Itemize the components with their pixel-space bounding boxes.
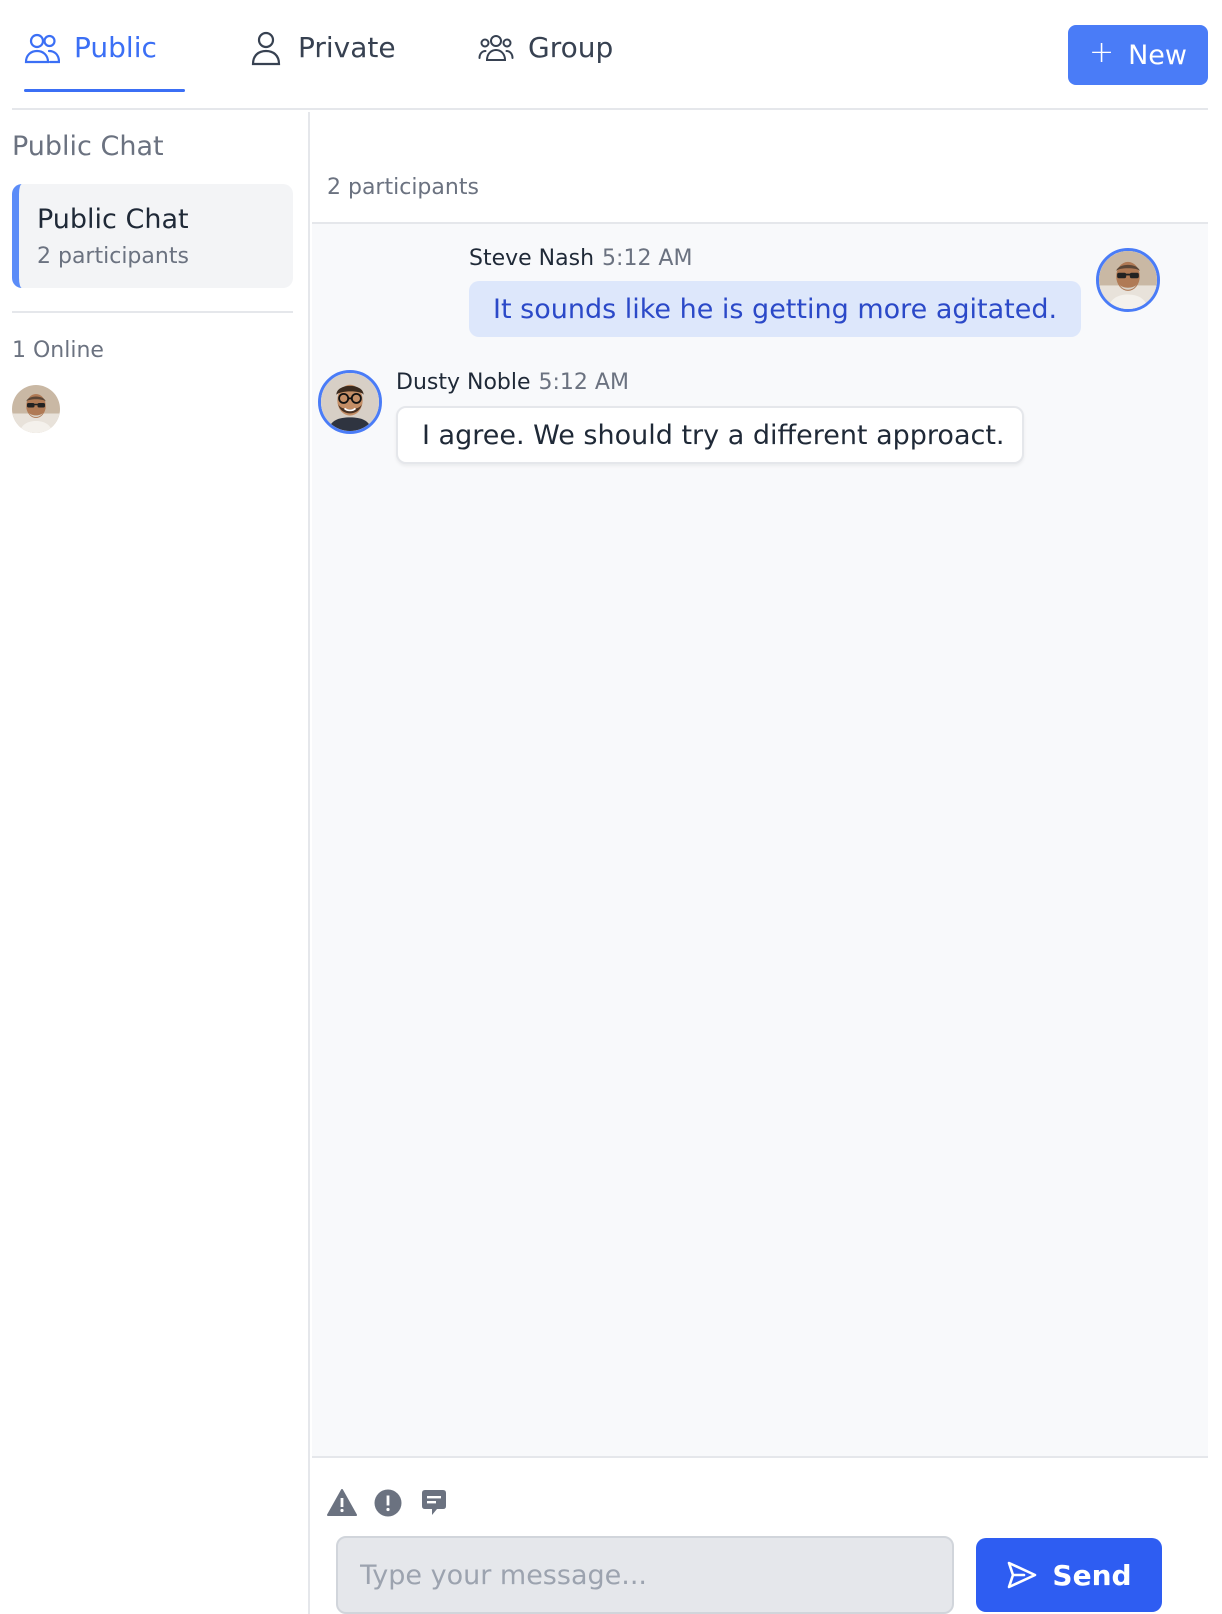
- users-icon: [24, 33, 60, 64]
- tab-bar: Public Private Group: [12, 0, 1208, 110]
- tab-private-label: Private: [298, 31, 396, 64]
- message-input[interactable]: [336, 1536, 954, 1614]
- send-button[interactable]: Send: [976, 1538, 1162, 1612]
- user-icon: [251, 31, 281, 66]
- chat-bubble-icon[interactable]: [419, 1488, 449, 1518]
- participant-count: 2 participants: [327, 175, 479, 200]
- message-meta: Steve Nash 5:12 AM: [469, 246, 692, 271]
- tab-private[interactable]: Private: [248, 30, 396, 92]
- message-text: It sounds like he is getting more agitat…: [493, 293, 1058, 325]
- tab-public[interactable]: Public: [24, 30, 185, 92]
- online-count: 1 Online: [12, 338, 104, 363]
- message-time: 5:12 AM: [602, 246, 693, 271]
- message-bubble-other: I agree. We should try a different appro…: [396, 406, 1024, 464]
- send-button-label: Send: [1052, 1558, 1132, 1592]
- message-bubble-own: It sounds like he is getting more agitat…: [469, 281, 1081, 337]
- sidebar-heading: Public Chat: [12, 131, 164, 162]
- message-time: 5:12 AM: [538, 370, 629, 395]
- chat-list-item-title: Public Chat: [37, 204, 189, 235]
- message-sender: Steve Nash: [469, 246, 595, 271]
- sidebar: Public Chat Public Chat 2 participants 1…: [0, 112, 310, 1614]
- tab-group-label: Group: [528, 31, 614, 64]
- sender-avatar[interactable]: [318, 370, 382, 434]
- sender-avatar[interactable]: [1096, 248, 1160, 312]
- message-composer: Send: [312, 1460, 1208, 1614]
- new-chat-button[interactable]: + New: [1068, 25, 1208, 85]
- new-chat-button-label: New: [1128, 39, 1188, 71]
- message-list: Steve Nash 5:12 AM It sounds like he is g…: [312, 224, 1208, 1458]
- message-text: I agree. We should try a different appro…: [422, 419, 1005, 451]
- paper-plane-icon: [1008, 1561, 1037, 1589]
- online-user-avatar[interactable]: [12, 385, 60, 433]
- tab-public-label: Public: [74, 31, 157, 64]
- tab-group[interactable]: Group: [478, 30, 613, 92]
- chat-panel: 2 participants Steve Nash 5:12 AM It soun…: [312, 112, 1208, 1614]
- message-sender: Dusty Noble: [396, 370, 531, 395]
- chat-app: Public Private Group + New Public Chat P…: [0, 0, 1222, 1614]
- chat-header: 2 participants: [312, 112, 1208, 224]
- chat-list-item-subtitle: 2 participants: [37, 244, 189, 269]
- sidebar-divider: [12, 311, 293, 313]
- chat-list-item[interactable]: Public Chat 2 participants: [12, 184, 293, 288]
- exclamation-circle-icon[interactable]: [373, 1488, 403, 1518]
- message-meta: Dusty Noble 5:12 AM: [396, 370, 629, 395]
- warning-icon[interactable]: [327, 1488, 357, 1518]
- plus-icon: +: [1088, 35, 1115, 70]
- user-group-icon: [478, 35, 514, 61]
